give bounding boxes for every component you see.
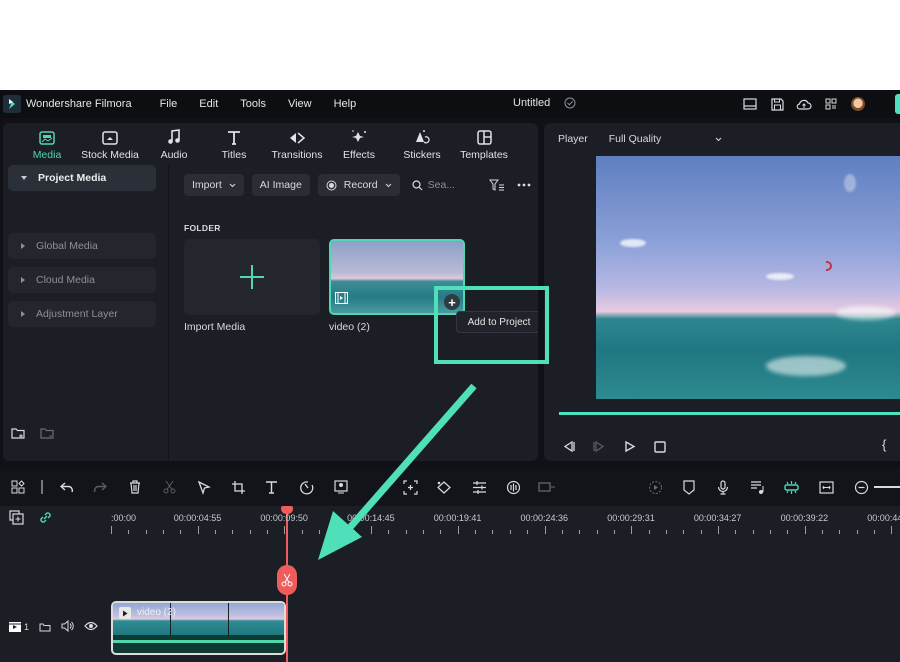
filmora-window: Wondershare Filmora File Edit Tools View… (0, 90, 900, 662)
arrow-annotation (318, 383, 477, 560)
